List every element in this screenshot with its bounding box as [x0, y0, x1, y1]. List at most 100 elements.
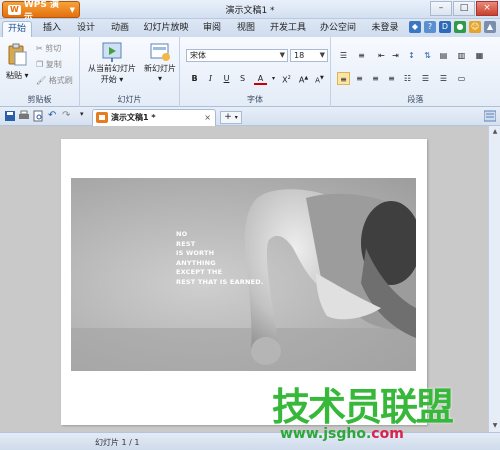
paste-button[interactable]: 粘贴 ▾ [6, 43, 29, 81]
new-slide-label: 新幻灯片 [144, 64, 176, 73]
slide-quote-text[interactable]: NO REST IS WORTH ANYTHING EXCEPT THE RES… [176, 230, 264, 288]
presentation-file-icon [96, 112, 108, 123]
tab-review[interactable]: 审阅 [198, 21, 226, 37]
line-spacing-button[interactable]: ☰ [419, 72, 432, 85]
tab-login[interactable]: 未登录 [367, 21, 403, 37]
tab-design[interactable]: 设计 [72, 21, 100, 37]
slide-photo[interactable]: NO REST IS WORTH ANYTHING EXCEPT THE RES… [71, 178, 416, 371]
numbering-icon[interactable]: ≡ [355, 49, 368, 62]
quote-line: REST THAT IS EARNED. [176, 277, 264, 286]
format-painter-button[interactable]: 🖌 格式刷 [36, 75, 73, 86]
columns-icon[interactable]: ▥ [455, 49, 468, 62]
align-text-icon[interactable]: ▤ [437, 49, 450, 62]
maximize-button[interactable]: □ [453, 1, 475, 16]
quote-line: NO [176, 230, 188, 238]
quote-line: EXCEPT THE [176, 268, 223, 277]
watermark-url-main: www.jsgho. [280, 426, 372, 442]
font-color-button[interactable]: A [254, 72, 267, 85]
paste-icon [8, 43, 27, 66]
print-preview-icon[interactable] [32, 110, 44, 122]
undo-icon[interactable]: ↶ [48, 110, 60, 122]
site-watermark: 技术员联盟 www.jsgho.com [272, 376, 496, 450]
font-group: 宋体 ▼ 18 ▼ B I U S A ▾ X2 A▲ A▼ 字体 [180, 37, 331, 107]
quick-access-dropdown-icon[interactable]: ▾ [80, 110, 92, 122]
para-spacing-button[interactable]: ☰ [437, 72, 450, 85]
align-right-button[interactable]: ≡ [369, 72, 382, 85]
minimize-button[interactable]: – [430, 1, 452, 16]
grow-font-button[interactable]: A▲ [297, 72, 310, 85]
help-icon[interactable]: ? [424, 21, 436, 33]
play-from-current-button[interactable]: 从当前幻灯片 开始 ▾ [84, 41, 140, 85]
quote-line: ANYTHING [176, 258, 216, 267]
font-group-label: 字体 [247, 95, 263, 104]
paragraph-group: ☰ ≡ ⇤ ⇥ ↕ ⇅ ▤ ▥ ▦ ≡ ≡ ≡ ≡ ☷ ☰ ☰ ▭ 段落 [331, 37, 500, 107]
scroll-up-icon[interactable]: ▲ [490, 127, 500, 137]
text-shadow-button[interactable]: S [236, 72, 249, 85]
superscript-button[interactable]: X2 [280, 72, 293, 85]
paragraph-group-label: 段落 [407, 95, 424, 104]
copy-button[interactable]: ❐ 复制 [36, 59, 62, 70]
cut-label: 剪切 [45, 44, 62, 53]
font-size-value: 18 [294, 51, 305, 60]
tab-home[interactable]: 开始 [2, 21, 32, 37]
cut-button[interactable]: ✂ 剪切 [36, 43, 61, 54]
tab-office-space[interactable]: 办公空间 [318, 21, 358, 37]
line-spacing-icon[interactable]: ↕ [405, 49, 418, 62]
app-window: W WPS 演示 ▼ 演示文稿1 * – □ × 开始 插入 设计 动画 幻灯片… [0, 0, 500, 450]
watermark-url: www.jsgho.com [280, 426, 404, 442]
decrease-indent-icon[interactable]: ⇤ [375, 49, 388, 62]
font-family-value: 宋体 [190, 51, 206, 60]
new-document-button[interactable]: + ▾ [220, 111, 242, 124]
justify-button[interactable]: ≡ [385, 72, 398, 85]
tab-insert[interactable]: 插入 [38, 21, 66, 37]
start-label: 开始 [100, 75, 117, 84]
shrink-font-button[interactable]: A▼ [313, 72, 326, 85]
bold-button[interactable]: B [188, 72, 201, 85]
tab-animation[interactable]: 动画 [106, 21, 134, 37]
close-document-icon[interactable]: × [204, 110, 211, 125]
new-slide-icon [150, 43, 170, 61]
skin-icon[interactable]: ◆ [409, 21, 421, 33]
redo-icon[interactable]: ↷ [62, 110, 74, 122]
tab-view[interactable]: 视图 [232, 21, 260, 37]
tab-developer[interactable]: 开发工具 [268, 21, 308, 37]
share-icon[interactable]: ● [454, 21, 466, 33]
font-family-select[interactable]: 宋体 ▼ [186, 49, 288, 62]
underline-button[interactable]: U [220, 72, 233, 85]
font-size-select[interactable]: 18 ▼ [290, 49, 328, 62]
increase-indent-icon[interactable]: ⇥ [389, 49, 402, 62]
align-center-button[interactable]: ≡ [353, 72, 366, 85]
print-icon[interactable] [18, 110, 30, 122]
watermark-url-tld: com [371, 426, 404, 442]
font-color-dropdown-icon[interactable]: ▾ [267, 72, 280, 85]
document-list-icon[interactable] [484, 110, 496, 122]
align-left-button[interactable]: ≡ [337, 72, 350, 85]
slideshow-play-icon [102, 42, 122, 62]
collapse-ribbon-icon[interactable]: ▲ [484, 21, 496, 33]
close-window-button[interactable]: × [476, 1, 498, 16]
slides-group-label: 幻灯片 [117, 95, 142, 104]
distribute-button[interactable]: ☷ [401, 72, 414, 85]
document-icon[interactable]: D [439, 21, 451, 33]
slide-count: 幻灯片 1 / 1 [95, 438, 140, 447]
save-icon[interactable] [4, 110, 16, 122]
italic-button[interactable]: I [204, 72, 217, 85]
bullets-icon[interactable]: ☰ [337, 49, 350, 62]
smartart-icon[interactable]: ▦ [473, 49, 486, 62]
window-title: 演示文稿1 * [225, 6, 275, 16]
tab-slideshow[interactable]: 幻灯片放映 [141, 21, 191, 37]
new-slide-button[interactable]: 新幻灯片 ▾ [142, 41, 178, 83]
quote-line: REST [176, 239, 196, 248]
document-tab-bar: ↶ ↷ ▾ 演示文稿1 * × + ▾ [0, 107, 500, 126]
document-tab[interactable]: 演示文稿1 * × [92, 109, 216, 126]
clipboard-group: 粘贴 ▾ ✂ 剪切 ❐ 复制 🖌 格式刷 剪贴板 [0, 37, 80, 107]
paste-label: 粘贴 [6, 71, 22, 80]
watermark-chinese-text: 技术员联盟 [272, 385, 454, 429]
text-direction-icon[interactable]: ⇅ [421, 49, 434, 62]
from-current-label: 从当前幻灯片 [88, 64, 136, 73]
slides-group: 从当前幻灯片 开始 ▾ 新幻灯片 ▾ 幻灯片 [80, 37, 180, 107]
user-icon[interactable]: ☺ [469, 21, 481, 33]
text-box-icon[interactable]: ▭ [455, 72, 468, 85]
menu-tab-bar: 开始 插入 设计 动画 幻灯片放映 审阅 视图 开发工具 办公空间 未登录 ◆ … [0, 19, 500, 37]
ribbon: 粘贴 ▾ ✂ 剪切 ❐ 复制 🖌 格式刷 剪贴板 从当前幻灯片 开始 ▾ 新幻灯… [0, 37, 500, 107]
